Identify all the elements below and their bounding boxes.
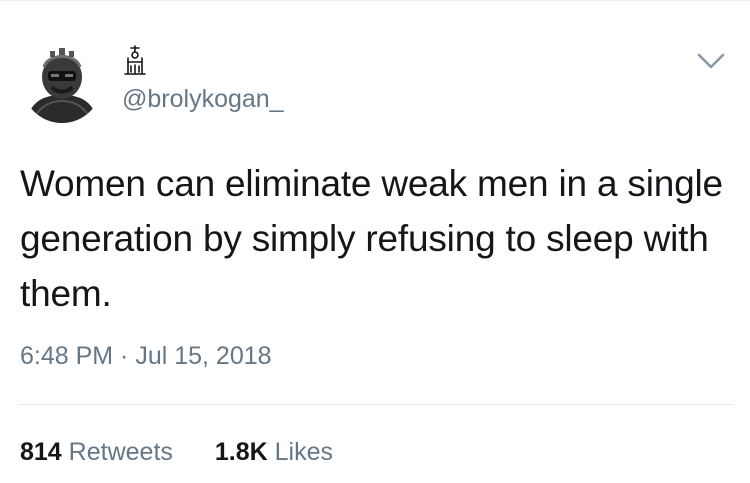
likes-count: 1.8K — [214, 438, 268, 466]
avatar[interactable] — [22, 43, 102, 123]
chevron-down-icon — [697, 53, 725, 69]
retweets-count: 814 — [20, 438, 62, 466]
likes-label: Likes — [274, 438, 334, 466]
retweets-label: Retweets — [68, 438, 173, 466]
top-border — [0, 0, 750, 1]
tweet-timestamp[interactable]: 6:48 PM · Jul 15, 2018 — [20, 340, 272, 372]
display-name-glyph[interactable] — [120, 44, 150, 76]
glyph-symbol-icon — [124, 45, 146, 75]
more-options-button[interactable] — [696, 50, 726, 72]
divider — [20, 404, 732, 405]
likes-stat[interactable]: 1.8K Likes — [215, 436, 333, 468]
helmet-avatar-image — [22, 43, 102, 123]
retweets-stat[interactable]: 814 Retweets — [20, 436, 173, 468]
tweet-stats: 814 Retweets 1.8K Likes — [20, 436, 333, 468]
user-handle[interactable]: @brolykogan_ — [122, 84, 284, 114]
tweet-text: Women can eliminate weak men in a single… — [20, 163, 723, 314]
